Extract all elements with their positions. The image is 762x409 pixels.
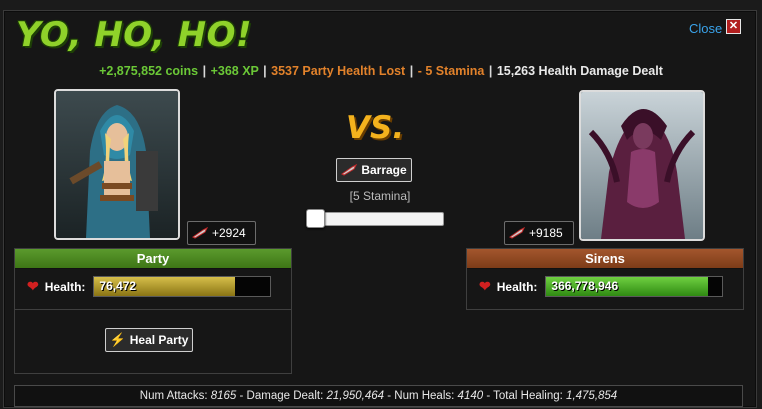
heals-label: - Num Heals: [387, 390, 455, 402]
coins-reward: +2,875,852 coins [99, 64, 199, 78]
xp-reward: +368 XP [210, 64, 259, 78]
damage-value: 21,950,464 [326, 390, 385, 402]
weapon-icon [509, 227, 525, 239]
party-damage-bonus: +2924 [187, 221, 256, 245]
enemy-health-bar: 366,778,946 [545, 276, 724, 297]
health-lost: 3537 Party Health Lost [271, 64, 406, 78]
lightning-icon: ⚡ [109, 332, 126, 347]
party-health-label: Health: [44, 279, 86, 294]
separator: | [488, 64, 493, 78]
enemy-health-row: ❤ Health: 366,778,946 [479, 276, 724, 297]
separator: | [202, 64, 207, 78]
party-health-value: 76,472 [99, 279, 137, 293]
party-damage-value: +2924 [212, 226, 246, 240]
separator: | [263, 64, 267, 78]
stamina-cost-summary: - 5 Stamina [417, 64, 485, 78]
enemy-portrait [579, 90, 705, 241]
heart-icon: ❤ [479, 278, 491, 294]
weapon-icon [341, 164, 358, 176]
party-health-row: ❤ Health: 76,472 [27, 276, 272, 297]
attacks-label: Num Attacks: [139, 390, 208, 402]
dialog-title: YO, HO, HO! [16, 15, 253, 55]
heals-value: 4140 [457, 390, 484, 402]
attack-slider-track[interactable] [308, 212, 444, 226]
heart-icon: ❤ [27, 278, 39, 294]
damage-dealt: 15,263 Health Damage Dealt [496, 64, 663, 78]
vs-label: VS. [346, 110, 405, 146]
party-panel: Party ❤ Health: 76,472 ⚡ Heal Party [14, 248, 292, 374]
enemy-damage-value: +9185 [529, 226, 563, 240]
attacks-value: 8165 [210, 390, 237, 402]
heal-party-label: Heal Party [129, 333, 189, 347]
healing-value: 1,475,854 [566, 390, 618, 402]
rewards-summary: +2,875,852 coins | +368 XP | 3537 Party … [0, 64, 762, 78]
battle-stats: Num Attacks: 8165 - Damage Dealt: 21,950… [14, 385, 743, 407]
weapon-icon [192, 227, 208, 239]
separator: | [409, 64, 414, 78]
party-health-bar: 76,472 [93, 276, 272, 297]
enemy-health-value: 366,778,946 [551, 279, 619, 293]
stamina-cost: [5 Stamina] [349, 189, 411, 203]
damage-label: - Damage Dealt: [239, 390, 324, 402]
close-link[interactable]: Close [689, 21, 722, 36]
enemy-panel: Sirens ❤ Health: 366,778,946 [466, 248, 744, 310]
divider [15, 309, 291, 310]
enemy-health-label: Health: [496, 279, 538, 294]
enemy-header: Sirens [467, 249, 743, 269]
healing-label: - Total Healing: [486, 390, 563, 402]
party-header: Party [15, 249, 291, 269]
barrage-button[interactable]: Barrage [336, 158, 412, 182]
attack-slider-handle[interactable] [306, 209, 325, 228]
enemy-damage-bonus: +9185 [504, 221, 574, 245]
close-icon[interactable]: ✕ [726, 19, 741, 34]
party-portrait [54, 89, 180, 240]
barrage-label: Barrage [361, 163, 407, 177]
heal-party-button[interactable]: ⚡ Heal Party [105, 328, 193, 352]
